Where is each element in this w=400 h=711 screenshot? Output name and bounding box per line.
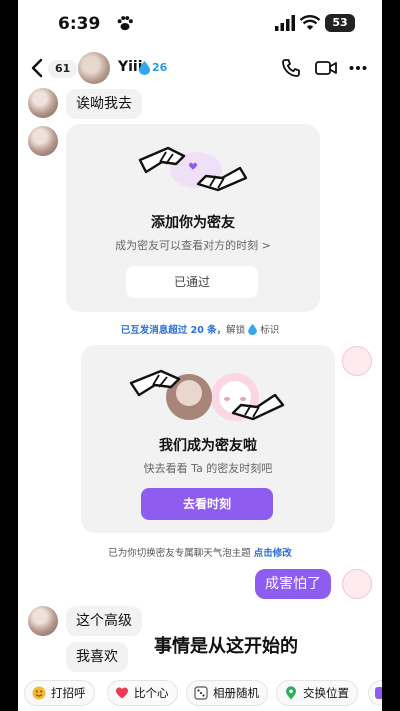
quick-action-greet[interactable]: 打招呼 — [24, 680, 95, 706]
friends-illustration — [129, 369, 285, 421]
approved-button[interactable]: 已通过 — [126, 266, 258, 298]
quick-action-random-photo[interactable]: 相册随机 — [186, 680, 268, 706]
notice-highlight: 已互发消息超过 20 条， — [120, 325, 227, 336]
quick-action-swap-location[interactable]: 交换位置 — [276, 680, 358, 706]
location-pin-icon — [286, 686, 296, 700]
my-avatar[interactable] — [342, 346, 372, 376]
chip-label: 相册随机 — [213, 686, 259, 700]
water-drop-icon — [139, 61, 150, 75]
card-subtitle: 快去看看 Ta 的密友时刻吧 — [143, 462, 273, 475]
my-avatar[interactable] — [342, 569, 372, 599]
chip-label: 打招呼 — [51, 686, 86, 700]
card-subtitle-link[interactable]: 成为密友可以查看对方的时刻 > — [66, 237, 320, 253]
unread-count-badge[interactable]: 61 — [48, 60, 78, 78]
heart-icon — [116, 687, 128, 699]
card-title: 添加你为密友 — [151, 215, 235, 231]
phone-icon[interactable] — [281, 58, 301, 78]
view-moments-button[interactable]: 去看时刻 — [141, 488, 273, 520]
contact-avatar-message[interactable] — [28, 606, 58, 636]
friend-request-card[interactable]: 添加你为密友 成为密友可以查看对方的时刻 > 已通过 — [66, 124, 320, 312]
battery-indicator: 53 — [325, 14, 355, 32]
status-time: 6:39 — [58, 14, 101, 34]
video-call-icon[interactable] — [315, 60, 337, 76]
status-bar: 6:39 53 — [18, 0, 382, 48]
chip-label: 比个心 — [134, 686, 169, 700]
message-bubble: 我喜欢 — [66, 642, 128, 672]
chip-label: 交换位置 — [303, 686, 349, 700]
friends-confirmed-card[interactable]: 我们成为密友啦 快去看看 Ta 的密友时刻吧 去看时刻 — [81, 345, 335, 533]
quick-action-heart[interactable]: 比个心 — [107, 680, 178, 706]
chat-header: 61 Yiii 26 — [18, 48, 382, 90]
modify-theme-link[interactable]: 点击修改 — [254, 548, 292, 559]
paw-icon — [117, 16, 133, 31]
my-message-bubble: 成害怕了 — [255, 569, 331, 599]
notice-text: 已为你切换密友专属聊天气泡主题 — [108, 548, 254, 559]
app-icon — [375, 687, 382, 699]
notice-suffix: 标识 — [260, 325, 280, 336]
wifi-icon — [300, 15, 320, 30]
contact-avatar-message[interactable] — [28, 88, 58, 118]
chat-screen: 6:39 53 61 Yiii 26 诶呦我去 添加你为密友 成为密友可以查看对… — [18, 0, 382, 711]
contact-avatar[interactable] — [78, 52, 110, 84]
message-bubble: 诶呦我去 — [66, 89, 142, 119]
dice-icon — [194, 686, 208, 700]
message-bubble: 这个高级 — [66, 606, 142, 636]
intimacy-level: 26 — [152, 61, 168, 74]
quick-action-overflow[interactable] — [368, 680, 382, 706]
smile-face-icon — [32, 686, 46, 700]
contact-avatar-message[interactable] — [28, 126, 58, 156]
handshake-frame-illustration — [138, 146, 248, 192]
more-options-icon[interactable] — [349, 65, 367, 71]
system-notice: 已互发消息超过 20 条，解锁 标识 — [18, 322, 382, 336]
card-title: 我们成为密友啦 — [159, 438, 257, 454]
notice-unlock-text: 解锁 — [226, 325, 246, 336]
cellular-signal-icon — [275, 15, 295, 31]
system-notice: 已为你切换密友专属聊天气泡主题 点击修改 — [18, 545, 382, 559]
back-arrow-icon[interactable] — [30, 58, 44, 78]
water-drop-icon — [248, 324, 257, 335]
overlay-caption: 事情是从这开始的 — [154, 636, 298, 657]
